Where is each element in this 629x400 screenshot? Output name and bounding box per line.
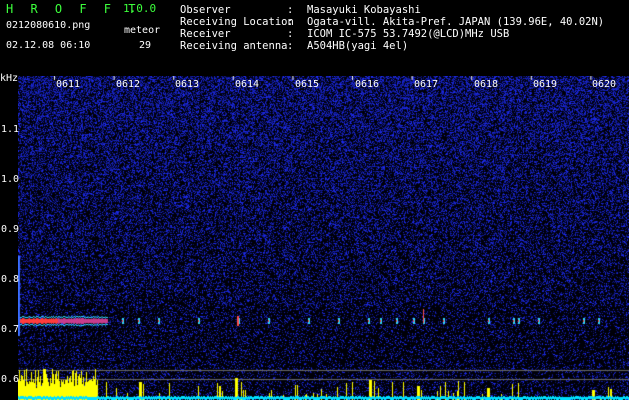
- observer-separator: :: [287, 4, 294, 16]
- observer-label: Observer: [180, 4, 231, 16]
- antenna-separator: :: [287, 40, 294, 52]
- x-tick-0618: 0618: [474, 79, 499, 90]
- receiver-separator: :: [287, 28, 294, 40]
- x-tick-0611: 0611: [56, 79, 81, 90]
- x-tick-0619: 0619: [533, 79, 558, 90]
- y-axis-unit: kHz: [0, 73, 19, 84]
- y-tick-1-1: 1.1: [1, 124, 20, 135]
- capture-datetime: 02.12.08 06:10: [6, 40, 91, 51]
- spectrogram-plot: [18, 76, 629, 400]
- y-tick-0-7: 0.7: [1, 324, 20, 335]
- y-tick-1-0: 1.0: [1, 174, 20, 185]
- meteor-count-value: 29: [139, 40, 152, 51]
- y-tick-0-8: 0.8: [1, 274, 20, 285]
- location-separator: :: [287, 16, 294, 28]
- location-label: Receiving Location: [180, 16, 294, 28]
- y-tick-0-9: 0.9: [1, 224, 20, 235]
- meteor-count-label: meteor: [124, 25, 161, 36]
- x-tick-0615: 0615: [295, 79, 320, 90]
- header-panel: H R O F F T 1.0.0 0212080610.png 02.12.0…: [0, 0, 629, 72]
- file-name: 0212080610.png: [6, 20, 91, 31]
- receiver-label: Receiver: [180, 28, 231, 40]
- x-tick-0613: 0613: [175, 79, 200, 90]
- x-tick-0614: 0614: [235, 79, 260, 90]
- x-tick-0617: 0617: [414, 79, 439, 90]
- x-tick-0612: 0612: [116, 79, 141, 90]
- y-tick-0-6: 0.6: [1, 374, 20, 385]
- location-value: Ogata-vill. Akita-Pref. JAPAN (139.96E, …: [307, 16, 605, 28]
- receiver-value: ICOM IC-575 53.7492(@LCD)MHz USB: [307, 28, 510, 40]
- observer-value: Masayuki Kobayashi: [307, 4, 421, 16]
- app-version: 1.0.0: [123, 2, 157, 15]
- app-title: H R O F F T: [6, 2, 141, 16]
- antenna-label: Receiving antenna: [180, 40, 288, 52]
- x-tick-0616: 0616: [355, 79, 380, 90]
- x-tick-0620: 0620: [592, 79, 617, 90]
- antenna-value: A504HB(yagi 4el): [307, 40, 409, 52]
